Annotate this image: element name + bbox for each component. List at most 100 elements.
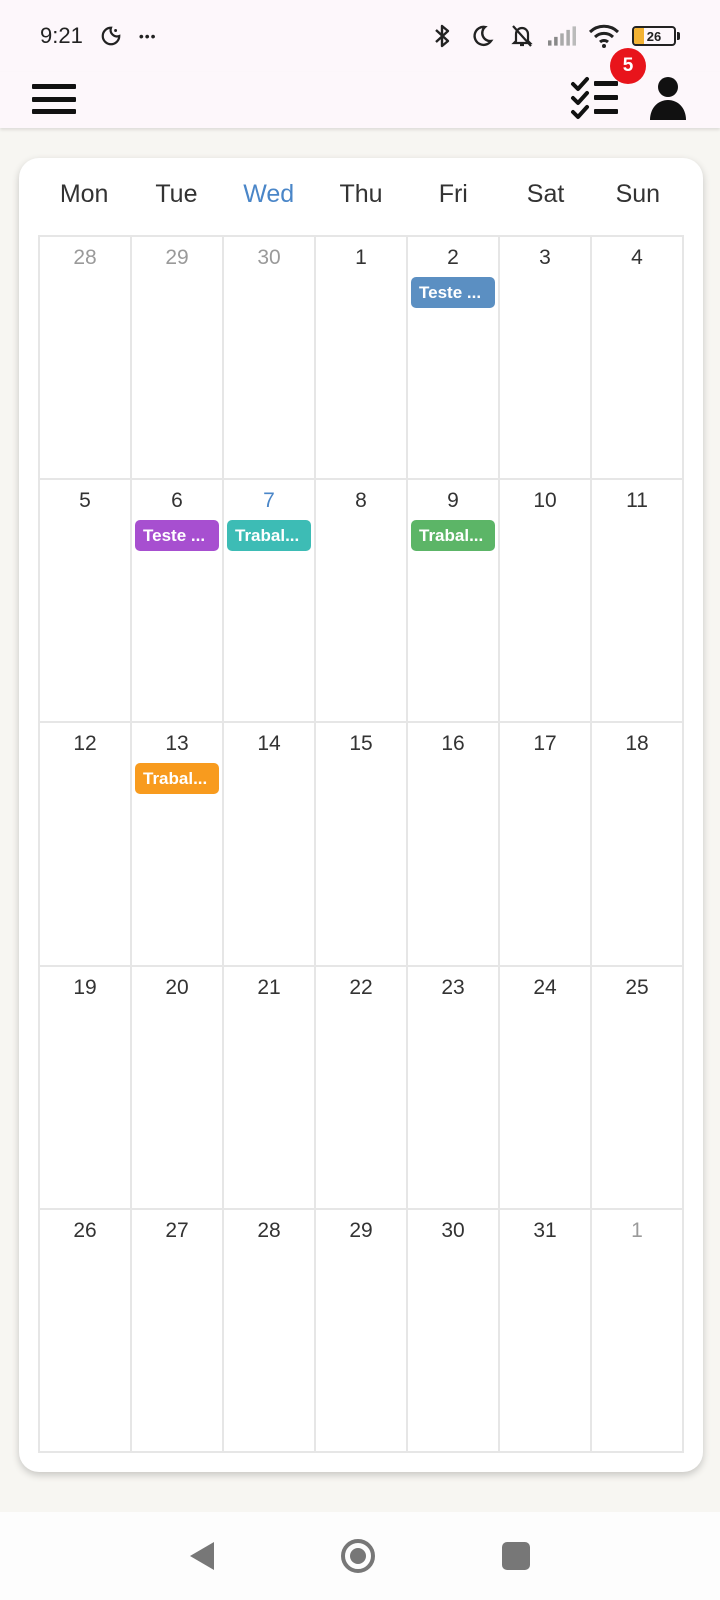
bluetooth-icon	[428, 22, 456, 50]
checklist-icon[interactable]	[570, 74, 622, 122]
day-number: 1	[631, 1218, 643, 1242]
day-number: 2	[447, 246, 459, 269]
user-icon[interactable]	[648, 74, 688, 122]
day-cell[interactable]: 1	[592, 1209, 684, 1453]
day-number: 14	[257, 732, 281, 756]
day-number: 6	[171, 489, 183, 513]
day-number: 24	[533, 975, 557, 999]
day-cell[interactable]: 31	[500, 1209, 592, 1453]
weekday-fri: Fri	[438, 179, 468, 208]
event-chip[interactable]: Trabal...	[411, 520, 495, 552]
night-mode-icon	[97, 22, 125, 50]
day-number: 28	[73, 246, 97, 269]
day-cell[interactable]: 28	[224, 1209, 316, 1453]
day-cell[interactable]: 2 Teste ...	[408, 237, 500, 481]
day-cell[interactable]: 12	[40, 723, 132, 967]
day-cell[interactable]: 5	[40, 480, 132, 724]
event-chip[interactable]: Trabal...	[227, 520, 311, 552]
day-number: 18	[625, 732, 649, 756]
day-cell[interactable]: 14	[224, 723, 316, 967]
day-cell[interactable]: 23	[408, 966, 500, 1210]
status-time: 9:21	[40, 23, 83, 48]
day-cell[interactable]: 29	[316, 1209, 408, 1453]
day-cell[interactable]: 30	[224, 237, 316, 481]
day-number: 22	[349, 975, 373, 999]
menu-line	[32, 96, 76, 102]
weekday-sun: Sun	[615, 179, 661, 208]
day-cell[interactable]: 17	[500, 723, 592, 967]
battery-icon: 26	[632, 26, 680, 46]
day-number: 27	[165, 1218, 189, 1242]
day-number: 12	[73, 732, 97, 756]
day-cell[interactable]: 19	[40, 966, 132, 1210]
day-number: 31	[533, 1218, 557, 1242]
day-cell[interactable]: 24	[500, 966, 592, 1210]
weekday-wed: Wed	[243, 179, 295, 208]
day-cell[interactable]: 8	[316, 480, 408, 724]
hamburger-menu-icon[interactable]	[32, 80, 76, 118]
day-number: 9	[447, 489, 459, 513]
day-number: 8	[355, 489, 367, 513]
day-cell[interactable]: 15	[316, 723, 408, 967]
day-number: 29	[349, 1218, 373, 1242]
day-cell[interactable]: 13 Trabal...	[132, 723, 224, 967]
day-number: 16	[441, 732, 465, 756]
weekday-tue: Tue	[155, 179, 198, 208]
event-chip[interactable]: Teste ...	[135, 520, 219, 552]
battery-fill	[634, 28, 645, 44]
status-left: 9:21 •••	[40, 22, 157, 50]
day-cell[interactable]: 10	[500, 480, 592, 724]
tasks-badge: 5	[610, 48, 646, 84]
day-cell[interactable]: 30	[408, 1209, 500, 1453]
back-icon[interactable]	[188, 1540, 216, 1572]
day-number: 30	[441, 1218, 465, 1242]
day-cell[interactable]: 4	[592, 237, 684, 481]
day-cell[interactable]: 25	[592, 966, 684, 1210]
day-number: 5	[79, 489, 91, 513]
event-chip[interactable]: Trabal...	[135, 763, 219, 795]
weekday-header: Mon Tue Wed Thu Fri Sat Sun	[38, 166, 684, 222]
battery-level: 26	[646, 28, 662, 44]
recents-icon[interactable]	[502, 1542, 530, 1570]
moon-icon	[468, 22, 496, 50]
day-cell[interactable]: 16	[408, 723, 500, 967]
status-more-dots: •••	[138, 28, 157, 44]
weekday-sat: Sat	[526, 179, 565, 208]
bell-off-icon	[508, 22, 536, 50]
menu-line	[32, 84, 76, 89]
day-cell[interactable]: 6 Teste ...	[132, 480, 224, 724]
day-number: 20	[165, 975, 189, 999]
signal-icon	[548, 22, 576, 50]
wifi-icon	[588, 22, 620, 50]
day-cell[interactable]: 3	[500, 237, 592, 481]
day-number: 28	[257, 1218, 281, 1242]
day-number: 30	[257, 246, 281, 269]
day-cell[interactable]: 20	[132, 966, 224, 1210]
day-number: 13	[165, 732, 189, 756]
day-number: 23	[441, 975, 465, 999]
day-cell[interactable]: 21	[224, 966, 316, 1210]
status-right: 26	[428, 22, 680, 50]
day-cell[interactable]: 29	[132, 237, 224, 481]
day-number: 21	[257, 975, 281, 999]
event-chip[interactable]: Teste ...	[411, 277, 495, 308]
day-cell[interactable]: 22	[316, 966, 408, 1210]
day-number: 17	[533, 732, 557, 756]
battery-body: 26	[632, 26, 676, 46]
day-cell[interactable]: 27	[132, 1209, 224, 1453]
day-number: 3	[539, 246, 551, 269]
day-cell[interactable]: 9 Trabal...	[408, 480, 500, 724]
day-cell[interactable]: 7 Trabal...	[224, 480, 316, 724]
calendar-card: Mon Tue Wed Thu Fri Sat Sun 28 29 30 1 2 Teste ... 3…	[19, 158, 703, 1472]
weekday-mon: Mon	[59, 179, 109, 208]
day-cell[interactable]: 1	[316, 237, 408, 481]
menu-line	[32, 109, 76, 114]
day-number: 26	[73, 1218, 97, 1242]
day-cell[interactable]: 28	[40, 237, 132, 481]
day-cell[interactable]: 18	[592, 723, 684, 967]
day-cell[interactable]: 11	[592, 480, 684, 724]
home-icon[interactable]	[340, 1538, 376, 1574]
battery-tip	[677, 32, 680, 40]
day-number: 11	[626, 489, 648, 513]
day-cell[interactable]: 26	[40, 1209, 132, 1453]
